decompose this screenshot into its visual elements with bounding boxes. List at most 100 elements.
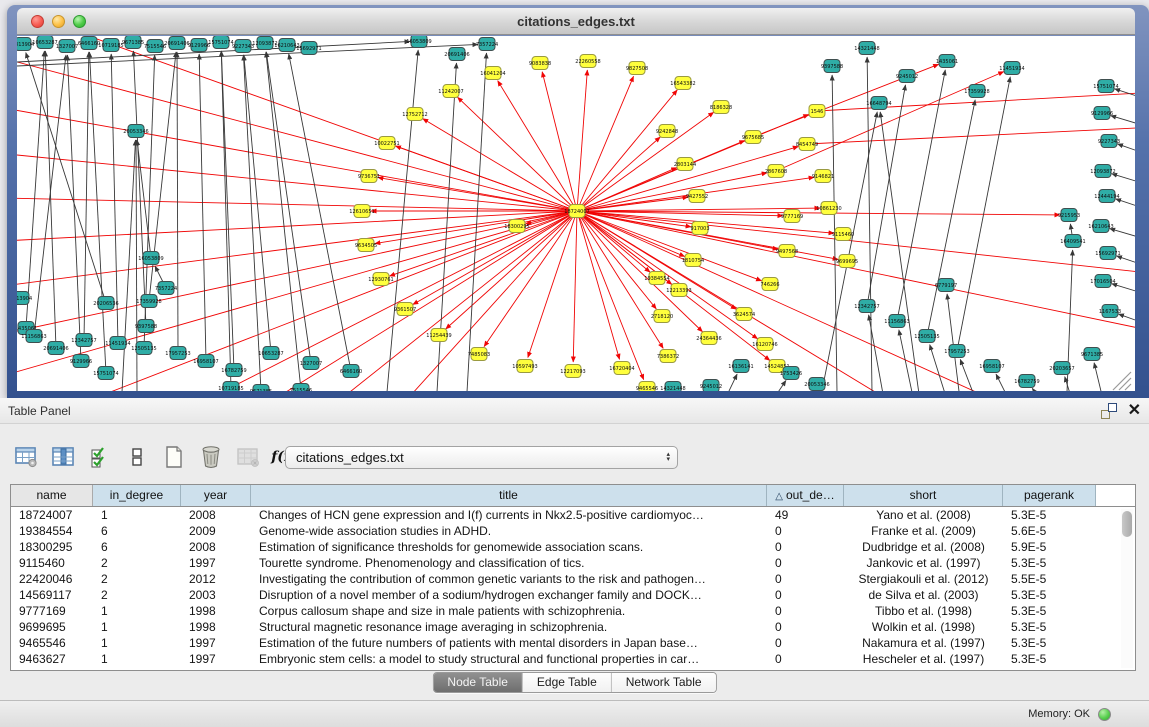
network-edge[interactable] xyxy=(498,81,577,211)
network-node[interactable]: 9465546 xyxy=(636,382,658,392)
table-cell[interactable]: 6 xyxy=(93,523,181,539)
table-cell[interactable]: 9465546 xyxy=(11,635,93,651)
network-node[interactable]: 16136141 xyxy=(728,360,753,373)
network-edge[interactable] xyxy=(577,90,677,211)
network-node[interactable]: 7515546 xyxy=(290,384,312,392)
table-cell[interactable]: 9699695 xyxy=(11,619,93,635)
table-cell[interactable]: 0 xyxy=(767,523,844,539)
network-edge[interactable] xyxy=(807,126,1135,144)
network-node[interactable]: 1753426 xyxy=(780,367,802,380)
network-edge[interactable] xyxy=(1112,174,1135,186)
network-node[interactable]: 9245012 xyxy=(700,380,722,392)
table-row[interactable]: 1830029562008Estimation of significance … xyxy=(11,539,1135,555)
network-node[interactable]: 9361507 xyxy=(394,303,416,316)
table-cell[interactable]: 5.3E-5 xyxy=(1003,619,1096,635)
network-node[interactable]: 16648794 xyxy=(866,97,891,110)
table-cell[interactable]: 9463627 xyxy=(11,651,93,667)
select-all-checks-icon[interactable] xyxy=(88,445,112,469)
network-node[interactable]: 12342757 xyxy=(854,300,879,313)
network-node[interactable]: 9397588 xyxy=(821,60,843,73)
network-node[interactable]: 10653287 xyxy=(258,347,283,360)
network-node[interactable]: 8454749 xyxy=(796,138,818,151)
network-node[interactable]: 12342757 xyxy=(71,334,96,347)
network-node[interactable]: 1327007 xyxy=(300,357,322,370)
network-node[interactable]: 9671385 xyxy=(122,36,144,49)
create-table-icon[interactable] xyxy=(162,445,186,469)
network-edge[interactable] xyxy=(243,55,261,391)
network-node[interactable]: 1435061 xyxy=(936,55,958,68)
table-row[interactable]: 946362711997Embryonic stem cells: a mode… xyxy=(11,651,1135,667)
table-cell[interactable]: 2 xyxy=(93,587,181,603)
table-cell[interactable]: 18724007 xyxy=(11,507,93,523)
network-node[interactable]: 16053809 xyxy=(406,36,431,48)
network-node[interactable]: 9129966 xyxy=(188,39,210,52)
table-cell[interactable]: 0 xyxy=(767,539,844,555)
table-cell[interactable]: 5.3E-5 xyxy=(1003,587,1096,603)
table-row[interactable]: 1872400712008Changes of HCN gene express… xyxy=(11,507,1135,523)
table-cell[interactable]: 1 xyxy=(93,507,181,523)
table-cell[interactable]: 1 xyxy=(93,603,181,619)
network-node[interactable]: 16958107 xyxy=(193,355,218,368)
table-cell[interactable]: 18300295 xyxy=(11,539,93,555)
table-cell[interactable]: Changes of HCN gene expression and I(f) … xyxy=(251,507,767,523)
network-node[interactable]: 12093872 xyxy=(1090,165,1115,178)
network-node[interactable]: 20206536 xyxy=(93,297,118,310)
table-cell[interactable]: 5.9E-5 xyxy=(1003,539,1096,555)
network-node[interactable]: 20053346 xyxy=(123,125,148,138)
table-cell[interactable]: 6 xyxy=(93,539,181,555)
network-node[interactable]: 9227343 xyxy=(232,40,254,53)
table-cell[interactable]: 49 xyxy=(767,507,844,523)
network-node[interactable]: 16782759 xyxy=(1014,375,1039,388)
table-cell[interactable]: 14569117 xyxy=(11,587,93,603)
network-edge[interactable] xyxy=(577,173,767,211)
network-node[interactable]: 20203657 xyxy=(1049,362,1074,375)
network-node[interactable]: 1546 xyxy=(809,105,825,118)
column-header-short[interactable]: short xyxy=(844,485,1003,506)
show-column-icon[interactable] xyxy=(51,445,75,469)
scrollbar-thumb[interactable] xyxy=(1122,511,1132,537)
network-edge[interactable] xyxy=(577,208,820,211)
table-cell[interactable]: 1998 xyxy=(181,619,251,635)
table-cell[interactable]: 2003 xyxy=(181,587,251,603)
network-node[interactable]: 17016504 xyxy=(1090,275,1115,288)
network-node[interactable]: 11254439 xyxy=(426,329,451,342)
network-node[interactable]: 917003 xyxy=(690,222,709,235)
table-cell[interactable]: Yano et al. (2008) xyxy=(844,507,1003,523)
table-cell[interactable]: 0 xyxy=(767,555,844,571)
network-node[interactable]: 9427552 xyxy=(686,190,708,203)
network-node[interactable]: 9736751 xyxy=(358,170,380,183)
memory-ok-led-icon[interactable] xyxy=(1098,708,1111,721)
table-cell[interactable]: Estimation of the future numbers of pati… xyxy=(251,635,767,651)
table-cell[interactable]: Hescheler et al. (1997) xyxy=(844,651,1003,667)
table-cell[interactable]: 1 xyxy=(93,651,181,667)
table-cell[interactable]: 2 xyxy=(93,571,181,587)
table-cell[interactable]: 1 xyxy=(93,619,181,635)
table-cell[interactable]: Investigating the contribution of common… xyxy=(251,571,767,587)
network-node[interactable]: 24364436 xyxy=(696,332,721,345)
network-edge[interactable] xyxy=(1116,199,1135,211)
table-cell[interactable]: Nakamura et al. (1997) xyxy=(844,635,1003,651)
table-cell[interactable]: 9777169 xyxy=(11,603,93,619)
table-cell[interactable]: 0 xyxy=(767,571,844,587)
table-cell[interactable]: 0 xyxy=(767,619,844,635)
network-node[interactable]: 8813904 xyxy=(17,292,32,305)
table-cell[interactable]: Franke et al. (2009) xyxy=(844,523,1003,539)
network-node[interactable]: 16782759 xyxy=(221,364,246,377)
network-node[interactable]: 10597493 xyxy=(512,360,537,373)
table-cell[interactable]: 2008 xyxy=(181,507,251,523)
table-cell[interactable]: Jankovic et al. (1997) xyxy=(844,555,1003,571)
network-edge[interactable] xyxy=(17,196,577,211)
network-node[interactable]: 9245012 xyxy=(896,70,918,83)
network-edge[interactable] xyxy=(577,211,650,272)
network-node[interactable]: 16120746 xyxy=(752,338,777,351)
network-node[interactable]: 1167533 xyxy=(1099,305,1121,318)
table-cell[interactable]: 0 xyxy=(767,587,844,603)
network-edge[interactable] xyxy=(221,51,234,370)
table-cell[interactable]: 5.3E-5 xyxy=(1003,507,1096,523)
network-edge[interactable] xyxy=(542,72,577,211)
network-node[interactable]: 12505135 xyxy=(914,330,939,343)
table-cell[interactable]: Dudbridge et al. (2008) xyxy=(844,539,1003,555)
network-node[interactable]: 12444194 xyxy=(1094,190,1119,203)
network-node[interactable]: 7357224 xyxy=(155,282,177,295)
network-edge[interactable] xyxy=(67,55,81,361)
